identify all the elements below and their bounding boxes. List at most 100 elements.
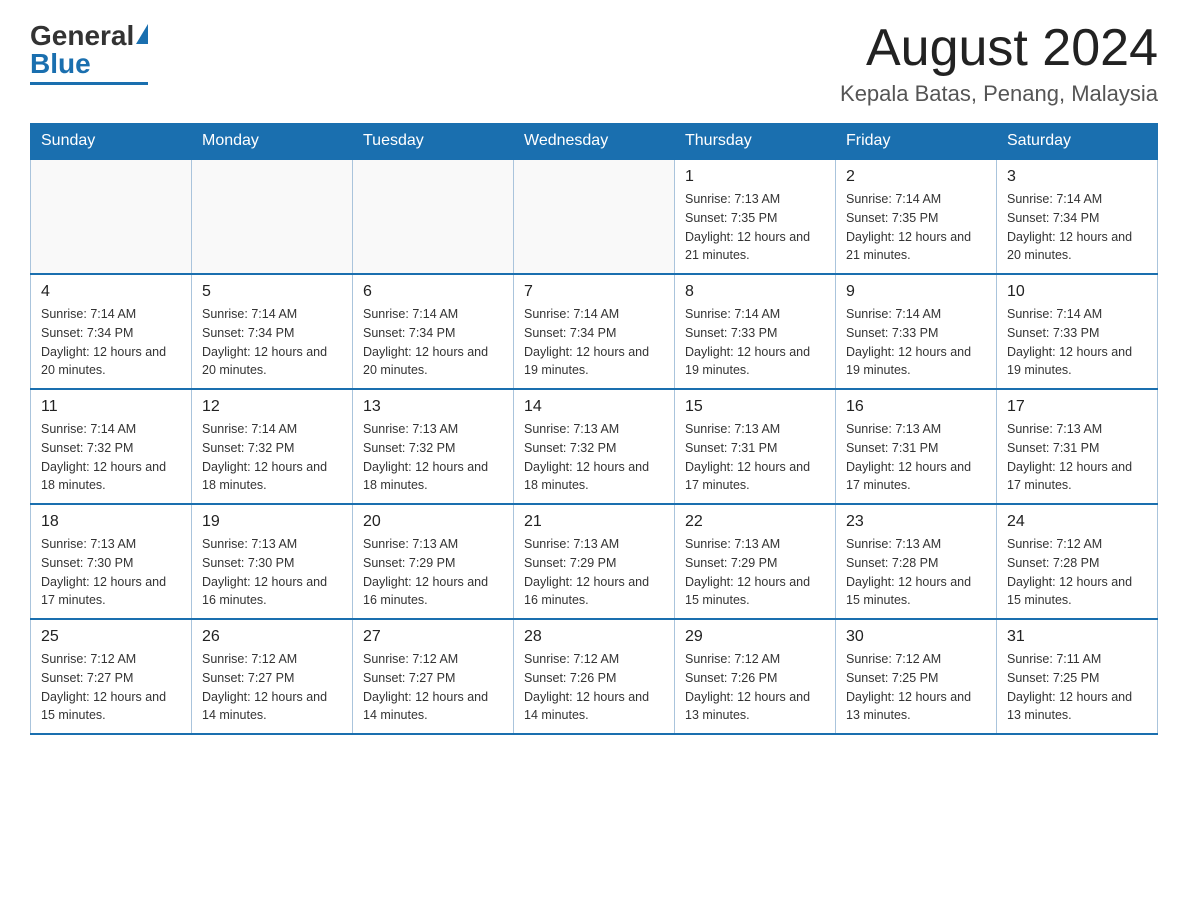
day-header-wednesday: Wednesday: [514, 124, 675, 160]
calendar-header-row: SundayMondayTuesdayWednesdayThursdayFrid…: [31, 124, 1158, 160]
calendar-cell: 15 Sunrise: 7:13 AMSunset: 7:31 PMDayligh…: [675, 389, 836, 504]
day-info: Sunrise: 7:13 AMSunset: 7:29 PMDaylight:…: [685, 535, 825, 610]
calendar-week-row: 11 Sunrise: 7:14 AMSunset: 7:32 PMDayligh…: [31, 389, 1158, 504]
day-number: 19: [202, 513, 342, 531]
day-info: Sunrise: 7:13 AMSunset: 7:32 PMDaylight:…: [363, 420, 503, 495]
page-header: General Blue August 2024 Kepala Batas, P…: [30, 20, 1158, 107]
calendar-cell: [31, 159, 192, 274]
day-info: Sunrise: 7:14 AMSunset: 7:33 PMDaylight:…: [1007, 305, 1147, 380]
calendar-cell: [192, 159, 353, 274]
calendar-week-row: 4 Sunrise: 7:14 AMSunset: 7:34 PMDaylight…: [31, 274, 1158, 389]
calendar-cell: 29Sunrise: 7:12 AMSunset: 7:26 PMDayligh…: [675, 619, 836, 734]
calendar-cell: 20 Sunrise: 7:13 AMSunset: 7:29 PMDayligh…: [353, 504, 514, 619]
calendar-cell: 25 Sunrise: 7:12 AMSunset: 7:27 PMDayligh…: [31, 619, 192, 734]
calendar-cell: 26Sunrise: 7:12 AMSunset: 7:27 PMDayligh…: [192, 619, 353, 734]
calendar-cell: 31 Sunrise: 7:11 AMSunset: 7:25 PMDayligh…: [997, 619, 1158, 734]
day-number: 14: [524, 398, 664, 416]
day-number: 31: [1007, 628, 1147, 646]
day-info: Sunrise: 7:14 AMSunset: 7:33 PMDaylight:…: [685, 305, 825, 380]
day-info: Sunrise: 7:13 AMSunset: 7:28 PMDaylight:…: [846, 535, 986, 610]
day-info: Sunrise: 7:13 AMSunset: 7:29 PMDaylight:…: [524, 535, 664, 610]
day-number: 29: [685, 628, 825, 646]
day-info: Sunrise: 7:13 AMSunset: 7:35 PMDaylight:…: [685, 190, 825, 265]
calendar-week-row: 18 Sunrise: 7:13 AMSunset: 7:30 PMDayligh…: [31, 504, 1158, 619]
day-info: Sunrise: 7:13 AMSunset: 7:32 PMDaylight:…: [524, 420, 664, 495]
day-info: Sunrise: 7:13 AMSunset: 7:29 PMDaylight:…: [363, 535, 503, 610]
day-number: 18: [41, 513, 181, 531]
calendar-cell: 10 Sunrise: 7:14 AMSunset: 7:33 PMDayligh…: [997, 274, 1158, 389]
day-info: Sunrise: 7:14 AMSunset: 7:34 PMDaylight:…: [524, 305, 664, 380]
day-info: Sunrise: 7:13 AMSunset: 7:31 PMDaylight:…: [1007, 420, 1147, 495]
calendar-cell: 1 Sunrise: 7:13 AMSunset: 7:35 PMDaylight…: [675, 159, 836, 274]
calendar-cell: 21Sunrise: 7:13 AMSunset: 7:29 PMDayligh…: [514, 504, 675, 619]
day-info: Sunrise: 7:14 AMSunset: 7:34 PMDaylight:…: [1007, 190, 1147, 265]
calendar-cell: 9Sunrise: 7:14 AMSunset: 7:33 PMDaylight…: [836, 274, 997, 389]
day-header-friday: Friday: [836, 124, 997, 160]
calendar-cell: 13 Sunrise: 7:13 AMSunset: 7:32 PMDayligh…: [353, 389, 514, 504]
day-header-thursday: Thursday: [675, 124, 836, 160]
day-header-tuesday: Tuesday: [353, 124, 514, 160]
day-info: Sunrise: 7:11 AMSunset: 7:25 PMDaylight:…: [1007, 650, 1147, 725]
calendar-cell: 4 Sunrise: 7:14 AMSunset: 7:34 PMDaylight…: [31, 274, 192, 389]
calendar-cell: 22 Sunrise: 7:13 AMSunset: 7:29 PMDayligh…: [675, 504, 836, 619]
calendar-cell: 27 Sunrise: 7:12 AMSunset: 7:27 PMDayligh…: [353, 619, 514, 734]
day-number: 16: [846, 398, 986, 416]
day-info: Sunrise: 7:13 AMSunset: 7:31 PMDaylight:…: [685, 420, 825, 495]
logo-underline: [30, 82, 148, 85]
day-info: Sunrise: 7:12 AMSunset: 7:27 PMDaylight:…: [41, 650, 181, 725]
calendar-cell: [514, 159, 675, 274]
calendar-cell: 6 Sunrise: 7:14 AMSunset: 7:34 PMDaylight…: [353, 274, 514, 389]
calendar-cell: 18Sunrise: 7:13 AMSunset: 7:30 PMDayligh…: [31, 504, 192, 619]
day-number: 6: [363, 283, 503, 301]
calendar-cell: 28 Sunrise: 7:12 AMSunset: 7:26 PMDayligh…: [514, 619, 675, 734]
calendar-cell: 12 Sunrise: 7:14 AMSunset: 7:32 PMDayligh…: [192, 389, 353, 504]
day-number: 12: [202, 398, 342, 416]
day-header-monday: Monday: [192, 124, 353, 160]
day-number: 9: [846, 283, 986, 301]
calendar-cell: 30 Sunrise: 7:12 AMSunset: 7:25 PMDayligh…: [836, 619, 997, 734]
day-info: Sunrise: 7:13 AMSunset: 7:31 PMDaylight:…: [846, 420, 986, 495]
calendar-cell: 2 Sunrise: 7:14 AMSunset: 7:35 PMDaylight…: [836, 159, 997, 274]
day-info: Sunrise: 7:13 AMSunset: 7:30 PMDaylight:…: [202, 535, 342, 610]
day-info: Sunrise: 7:14 AMSunset: 7:35 PMDaylight:…: [846, 190, 986, 265]
day-number: 3: [1007, 168, 1147, 186]
day-number: 4: [41, 283, 181, 301]
calendar-cell: 7Sunrise: 7:14 AMSunset: 7:34 PMDaylight…: [514, 274, 675, 389]
day-number: 8: [685, 283, 825, 301]
calendar-cell: 19 Sunrise: 7:13 AMSunset: 7:30 PMDayligh…: [192, 504, 353, 619]
logo-triangle-icon: [136, 24, 148, 44]
calendar-cell: 16 Sunrise: 7:13 AMSunset: 7:31 PMDayligh…: [836, 389, 997, 504]
day-number: 10: [1007, 283, 1147, 301]
day-number: 25: [41, 628, 181, 646]
day-info: Sunrise: 7:12 AMSunset: 7:25 PMDaylight:…: [846, 650, 986, 725]
day-info: Sunrise: 7:12 AMSunset: 7:27 PMDaylight:…: [363, 650, 503, 725]
calendar-cell: 11 Sunrise: 7:14 AMSunset: 7:32 PMDayligh…: [31, 389, 192, 504]
day-number: 28: [524, 628, 664, 646]
logo: General Blue: [30, 20, 148, 85]
calendar-cell: 5Sunrise: 7:14 AMSunset: 7:34 PMDaylight…: [192, 274, 353, 389]
day-info: Sunrise: 7:12 AMSunset: 7:26 PMDaylight:…: [524, 650, 664, 725]
day-number: 1: [685, 168, 825, 186]
day-info: Sunrise: 7:12 AMSunset: 7:27 PMDaylight:…: [202, 650, 342, 725]
day-info: Sunrise: 7:14 AMSunset: 7:32 PMDaylight:…: [41, 420, 181, 495]
calendar-week-row: 1 Sunrise: 7:13 AMSunset: 7:35 PMDaylight…: [31, 159, 1158, 274]
day-number: 2: [846, 168, 986, 186]
day-number: 27: [363, 628, 503, 646]
day-number: 22: [685, 513, 825, 531]
day-number: 17: [1007, 398, 1147, 416]
title-area: August 2024 Kepala Batas, Penang, Malays…: [840, 20, 1158, 107]
day-number: 20: [363, 513, 503, 531]
day-info: Sunrise: 7:14 AMSunset: 7:32 PMDaylight:…: [202, 420, 342, 495]
day-number: 15: [685, 398, 825, 416]
day-number: 24: [1007, 513, 1147, 531]
logo-blue: Blue: [30, 48, 91, 80]
day-number: 13: [363, 398, 503, 416]
subtitle: Kepala Batas, Penang, Malaysia: [840, 81, 1158, 107]
day-info: Sunrise: 7:14 AMSunset: 7:34 PMDaylight:…: [41, 305, 181, 380]
day-number: 30: [846, 628, 986, 646]
calendar-cell: 3 Sunrise: 7:14 AMSunset: 7:34 PMDaylight…: [997, 159, 1158, 274]
day-number: 5: [202, 283, 342, 301]
day-number: 11: [41, 398, 181, 416]
day-info: Sunrise: 7:14 AMSunset: 7:34 PMDaylight:…: [363, 305, 503, 380]
calendar-cell: 23Sunrise: 7:13 AMSunset: 7:28 PMDayligh…: [836, 504, 997, 619]
